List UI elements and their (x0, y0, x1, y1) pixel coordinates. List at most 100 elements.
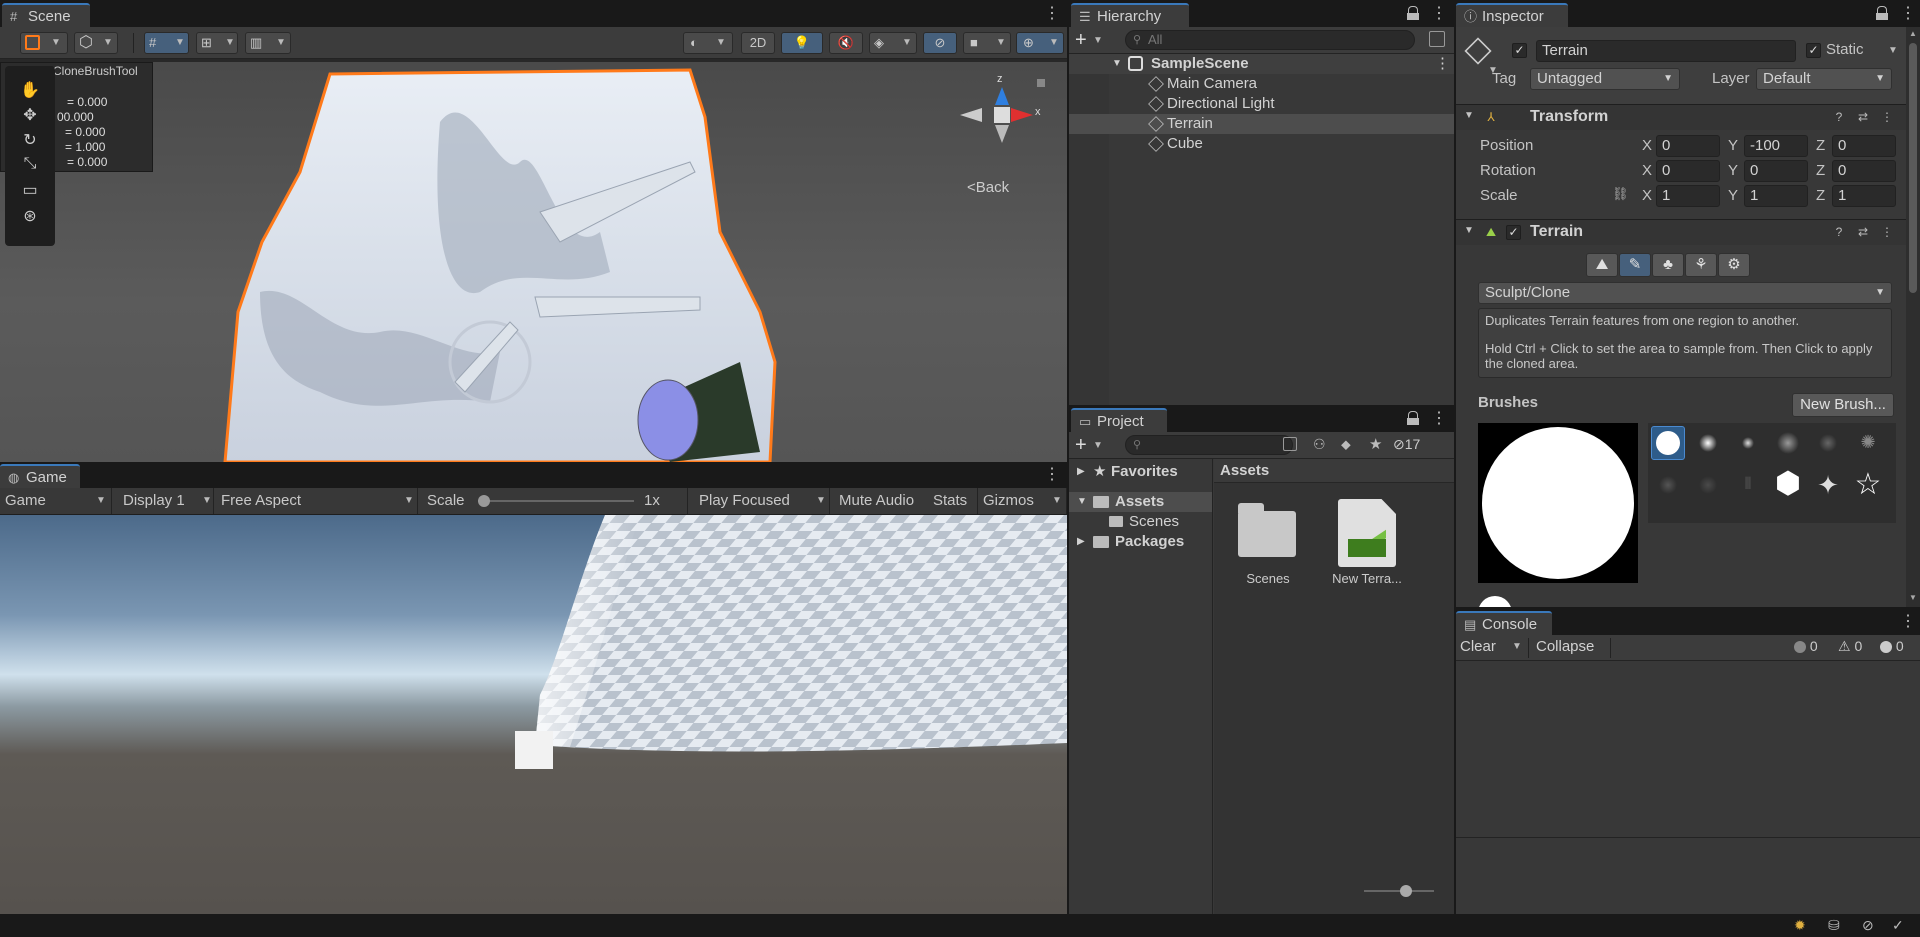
rotation-y-field[interactable]: 0 (1744, 160, 1808, 182)
help-icon[interactable]: ? (1832, 110, 1846, 124)
hierarchy-item-main-camera[interactable]: Main Camera (1069, 74, 1454, 94)
effects-button[interactable]: ◈ ▼ (869, 32, 917, 54)
toggle-2d-button[interactable]: 2D (741, 32, 775, 54)
new-brush-button[interactable]: New Brush... (1792, 393, 1894, 417)
brush-hexagon[interactable]: ⬢ (1771, 468, 1805, 502)
scene-menu-icon[interactable]: ⋮ (1044, 5, 1060, 23)
brush-splatter[interactable]: ✺ (1851, 426, 1885, 460)
static-checkbox[interactable]: ✓ (1806, 43, 1821, 58)
auto-refresh-icon[interactable]: ✓ (1892, 917, 1904, 934)
terrain-component-header[interactable]: ▼ ⛰ ✓ Terrain ? ⇄ ⋮ (1456, 219, 1906, 245)
preset-icon[interactable]: ⇄ (1856, 110, 1870, 124)
mute-audio-button[interactable]: Mute Audio (834, 488, 930, 514)
create-neighbor-terrain-tool[interactable]: ⛰ (1586, 253, 1618, 277)
scroll-thumb[interactable] (1909, 43, 1917, 293)
grid-visibility-button[interactable]: ▥ ▼ (245, 32, 291, 54)
gizmos-dropdown[interactable]: Gizmos ▼ (978, 488, 1067, 514)
warning-count-toggle[interactable]: ⚠ 0 (1838, 638, 1862, 655)
terrain-settings-tool[interactable]: ⚙ (1718, 253, 1750, 277)
scale-y-field[interactable]: 1 (1744, 185, 1808, 207)
icon-size-slider-knob[interactable] (1400, 885, 1412, 897)
terrain-tool-dropdown[interactable]: Sculpt/Clone ▼ (1478, 282, 1892, 304)
move-tool-icon[interactable]: ✥ (9, 105, 51, 127)
scale-x-field[interactable]: 1 (1656, 185, 1720, 207)
view-orientation-gizmo[interactable]: z x (955, 73, 1045, 157)
camera-settings-button[interactable]: ■ ▼ (963, 32, 1011, 54)
inspector-menu-icon[interactable]: ⋮ (1900, 5, 1916, 23)
brush-hard-round[interactable] (1651, 426, 1685, 460)
chevron-down-icon[interactable]: ▼ (1888, 45, 1898, 56)
scene-menu-icon[interactable]: ⋮ (1435, 54, 1450, 74)
tab-hierarchy[interactable]: ☰ Hierarchy (1071, 3, 1189, 27)
search-filter-icon[interactable] (1429, 31, 1445, 47)
network-off-icon[interactable]: ⊘ (1862, 917, 1874, 934)
constrain-proportions-icon[interactable]: ⛓ (1612, 186, 1629, 202)
rotate-tool-icon[interactable]: ↻ (9, 130, 51, 152)
display-dropdown[interactable]: Display 1 ▼ (118, 488, 214, 514)
search-filter-icon[interactable] (1283, 437, 1297, 451)
brush-soft-round[interactable] (1691, 426, 1725, 460)
expand-arrow-icon[interactable]: ▶ (1077, 462, 1085, 482)
brush-noise-1[interactable] (1771, 426, 1805, 460)
rotation-x-field[interactable]: 0 (1656, 160, 1720, 182)
lighting-toggle-button[interactable]: 💡 (781, 32, 823, 54)
foldout-arrow-icon[interactable]: ▼ (1464, 110, 1474, 121)
position-x-field[interactable]: 0 (1656, 135, 1720, 157)
play-mode-dropdown[interactable]: Play Focused ▼ (694, 488, 830, 514)
assets-breadcrumb[interactable]: Assets (1214, 459, 1454, 483)
hierarchy-item-directional-light[interactable]: Directional Light (1069, 94, 1454, 114)
filter-by-type-icon[interactable]: ⚇ (1313, 436, 1326, 453)
icon-size-slider[interactable] (1364, 885, 1434, 897)
scroll-up-arrow-icon[interactable]: ▲ (1909, 29, 1917, 38)
brush-dots-1[interactable] (1651, 468, 1685, 502)
paint-terrain-tool[interactable]: ✎ (1619, 253, 1651, 277)
gameobject-large-icon[interactable] (1464, 37, 1492, 65)
tag-dropdown[interactable]: Untagged ▼ (1530, 68, 1680, 90)
clear-options-dropdown[interactable]: ▼ (1512, 641, 1522, 652)
transform-header[interactable]: ▼ ⅄ Transform ? ⇄ ⋮ (1456, 104, 1906, 130)
transform-tool-icon[interactable]: ⊛ (9, 206, 51, 228)
tab-game[interactable]: ◍ Game (0, 464, 80, 488)
progress-lightbulb-icon[interactable]: ✹ (1794, 917, 1806, 934)
create-asset-button[interactable]: + ▼ (1075, 434, 1103, 457)
help-icon[interactable]: ? (1832, 225, 1846, 239)
brush-star-outline[interactable]: ☆ (1851, 468, 1885, 502)
lock-icon[interactable] (1407, 411, 1419, 425)
component-menu-icon[interactable]: ⋮ (1880, 110, 1894, 124)
favorites-star-icon[interactable]: ★ (1369, 435, 1382, 453)
layer-dropdown[interactable]: Default ▼ (1756, 68, 1892, 90)
game-viewport[interactable] (0, 515, 1067, 914)
brush-noise-2[interactable] (1811, 426, 1845, 460)
add-object-button[interactable]: + ▼ (1075, 29, 1103, 52)
hidden-packages-toggle[interactable]: ⊘17 (1393, 436, 1420, 453)
game-mode-dropdown[interactable]: Game ▼ (0, 488, 112, 514)
scale-z-field[interactable]: 1 (1832, 185, 1896, 207)
hierarchy-item-terrain[interactable]: Terrain (1069, 114, 1454, 134)
view-back-label[interactable]: <Back (967, 179, 1009, 196)
inspector-add-circle-icon[interactable] (1478, 596, 1512, 607)
tree-item-assets[interactable]: ▼ Assets (1069, 492, 1212, 512)
increment-snap-button[interactable]: ⊞ ▼ (196, 32, 238, 54)
scale-slider-track[interactable] (478, 495, 634, 507)
hierarchy-item-cube[interactable]: Cube (1069, 134, 1454, 154)
hidden-objects-button[interactable]: ⊘ (923, 32, 957, 54)
stats-button[interactable]: Stats (928, 488, 978, 514)
expand-arrow-icon[interactable]: ▼ (1112, 54, 1122, 74)
grid-snap-button[interactable]: # ▼ (144, 32, 189, 54)
tool-mode-button[interactable]: ▼ (20, 32, 68, 54)
tab-inspector[interactable]: ⓘ Inspector (1456, 3, 1568, 27)
position-z-field[interactable]: 0 (1832, 135, 1896, 157)
brush-streaks[interactable]: ⫴ (1731, 468, 1765, 502)
scene-root-row[interactable]: ▼ SampleScene ⋮ (1069, 54, 1454, 74)
hierarchy-menu-icon[interactable]: ⋮ (1431, 5, 1447, 23)
tree-item-packages[interactable]: ▶ Packages (1069, 532, 1212, 552)
hierarchy-search-input[interactable]: ⚲ All (1125, 30, 1415, 50)
game-menu-icon[interactable]: ⋮ (1044, 466, 1060, 484)
paint-trees-tool[interactable]: ♣ (1652, 253, 1684, 277)
gizmos-button[interactable]: ⊕ ▼ (1016, 32, 1064, 54)
scale-tool-icon[interactable]: ⤡ (9, 155, 51, 177)
gizmo-lock-icon[interactable] (1037, 79, 1045, 87)
scene-viewport[interactable]: CloneBrushTool = 0.000 00.000 = 0.000 = … (0, 62, 1067, 462)
rect-tool-icon[interactable]: ▭ (9, 180, 51, 202)
terrain-enabled-checkbox[interactable]: ✓ (1506, 225, 1521, 240)
